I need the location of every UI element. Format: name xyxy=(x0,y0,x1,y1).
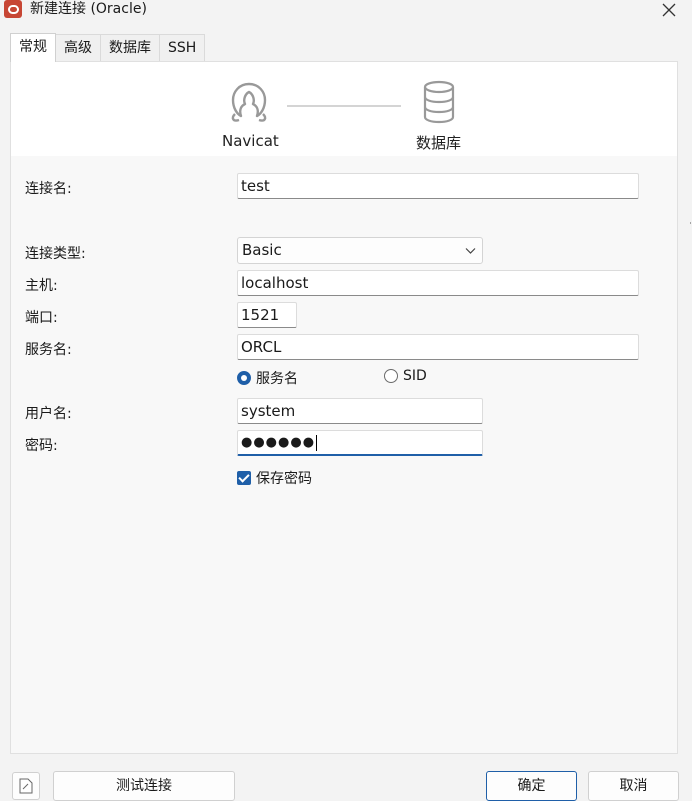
username-label: 用户名: xyxy=(25,406,72,422)
checkbox-box xyxy=(237,471,251,485)
cancel-button[interactable]: 取消 xyxy=(588,771,679,801)
ok-button[interactable]: 确定 xyxy=(486,771,577,801)
title-bar: 新建连接 (Oracle) xyxy=(0,0,692,28)
general-panel: Navicat 数据库 连接名: test 连接类型: Basic 主机: lo… xyxy=(10,61,678,754)
text-cursor xyxy=(316,434,318,451)
sid-radio[interactable]: SID xyxy=(384,368,427,384)
service-name-label: 服务名: xyxy=(25,342,72,358)
password-label: 密码: xyxy=(25,438,58,454)
connection-type-label: 连接类型: xyxy=(25,246,86,262)
tab-general[interactable]: 常规 xyxy=(10,33,56,62)
connection-type-select[interactable]: Basic xyxy=(237,237,483,264)
window-title: 新建连接 (Oracle) xyxy=(30,1,147,17)
connection-diagram: Navicat 数据库 xyxy=(11,62,677,156)
service-name-input[interactable]: ORCL xyxy=(237,334,639,360)
save-password-checkbox[interactable]: 保存密码 xyxy=(237,468,312,488)
bottom-bar: 测试连接 确定 取消 xyxy=(0,762,692,801)
notes-icon xyxy=(19,778,33,794)
test-connection-button[interactable]: 测试连接 xyxy=(53,771,235,801)
connection-name-label: 连接名: xyxy=(25,181,72,197)
radio-dot xyxy=(237,371,251,385)
tab-ssh[interactable]: SSH xyxy=(159,34,206,61)
connection-name-input[interactable]: test xyxy=(237,173,639,199)
database-label: 数据库 xyxy=(416,134,462,152)
host-input[interactable]: localhost xyxy=(237,270,639,296)
database-icon xyxy=(423,80,455,124)
password-value: ●●●●●● xyxy=(241,435,316,450)
service-name-radio-label: 服务名 xyxy=(256,371,298,387)
port-label: 端口: xyxy=(25,310,58,326)
chevron-down-icon xyxy=(465,248,476,254)
username-input[interactable]: system xyxy=(237,398,483,424)
close-button[interactable] xyxy=(646,0,692,20)
port-input[interactable]: 1521 xyxy=(237,302,297,328)
navicat-label: Navicat xyxy=(222,132,279,150)
edge-mark: ˙ xyxy=(688,222,692,233)
close-icon xyxy=(662,3,676,17)
navicat-icon xyxy=(231,82,267,122)
connector-line xyxy=(287,105,401,107)
connection-type-value: Basic xyxy=(242,241,282,259)
tab-database[interactable]: 数据库 xyxy=(100,34,160,61)
tab-bar: 常规 高级 数据库 SSH xyxy=(10,33,206,62)
radio-dot xyxy=(384,369,398,383)
service-name-radio[interactable]: 服务名 xyxy=(237,368,298,388)
oracle-app-icon xyxy=(4,0,22,18)
save-password-label: 保存密码 xyxy=(256,471,312,487)
password-input[interactable]: ●●●●●● xyxy=(237,430,483,456)
tab-advanced[interactable]: 高级 xyxy=(55,34,101,61)
sid-radio-label: SID xyxy=(403,368,427,384)
host-label: 主机: xyxy=(25,278,58,294)
notes-button[interactable] xyxy=(12,772,40,800)
